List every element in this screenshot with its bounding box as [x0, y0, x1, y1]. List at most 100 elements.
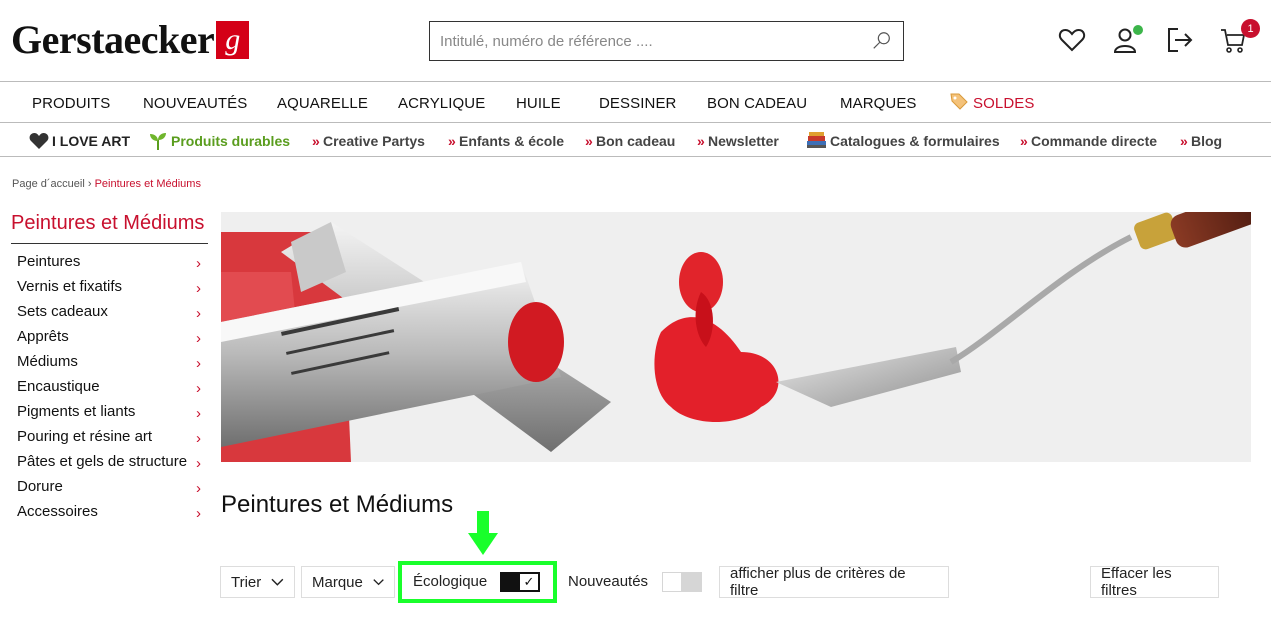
- sidebar-item-label: Vernis et fixatifs: [17, 278, 123, 295]
- sprout-icon: [150, 133, 166, 150]
- eco-filter-toggle[interactable]: ✓: [500, 572, 540, 592]
- chevron-right-icon: ›: [196, 430, 201, 447]
- subnav-catalogues-formulaires[interactable]: Catalogues & formulaires: [830, 133, 1000, 149]
- nav-item-nouveautes[interactable]: NOUVEAUTÉS: [143, 95, 247, 112]
- breadcrumb: Page d´accueil › Peintures et Médiums: [12, 178, 201, 190]
- secondary-navigation: I LOVE ART Produits durables » Creative …: [0, 123, 1271, 157]
- brand-label: Marque: [312, 573, 363, 591]
- sidebar-title: Peintures et Médiums: [11, 212, 205, 234]
- chevron-right-icon: ›: [196, 455, 201, 472]
- new-items-filter-toggle[interactable]: [662, 572, 702, 592]
- category-banner-image: [221, 212, 1251, 462]
- logo-text: Gerstaecker: [11, 17, 215, 62]
- subnav-blog[interactable]: Blog: [1191, 133, 1222, 149]
- sidebar-item-label: Médiums: [17, 353, 78, 370]
- sidebar-item-label: Accessoires: [17, 503, 98, 520]
- search-input[interactable]: [440, 32, 871, 50]
- main-navigation: PRODUITS NOUVEAUTÉS AQUARELLE ACRYLIQUE …: [0, 83, 1271, 123]
- sidebar-item-sets-cadeaux[interactable]: Sets cadeaux ›: [17, 302, 203, 327]
- sidebar-item-label: Pâtes et gels de structure: [17, 453, 188, 470]
- sidebar-item-label: Pigments et liants: [17, 403, 136, 420]
- brand-dropdown[interactable]: Marque: [301, 566, 395, 598]
- sidebar-item-mediums[interactable]: Médiums ›: [17, 352, 203, 377]
- chevron-double-right-icon: »: [312, 133, 320, 149]
- toggle-knob: [663, 573, 681, 591]
- books-icon: [807, 132, 826, 148]
- sidebar-item-vernis[interactable]: Vernis et fixatifs ›: [17, 277, 203, 302]
- chevron-right-icon: ›: [196, 505, 201, 522]
- online-status-dot: [1133, 25, 1143, 35]
- sale-tag-icon: [950, 93, 968, 110]
- clear-filters-button[interactable]: Effacer les filtres: [1090, 565, 1219, 599]
- breadcrumb-current: Peintures et Médiums: [94, 178, 201, 190]
- sidebar-item-apprets[interactable]: Apprêts ›: [17, 327, 203, 352]
- subnav-creative-partys[interactable]: Creative Partys: [323, 133, 425, 149]
- highlight-arrow-icon: [468, 511, 498, 555]
- sidebar-item-encaustique[interactable]: Encaustique ›: [17, 377, 203, 402]
- more-filters-label: afficher plus de critères de filtre: [730, 565, 906, 599]
- chevron-double-right-icon: »: [1020, 133, 1028, 149]
- breadcrumb-home[interactable]: Page d´accueil: [12, 178, 85, 190]
- search-icon[interactable]: [871, 30, 893, 52]
- chevron-right-icon: ›: [196, 480, 201, 497]
- sort-dropdown[interactable]: Trier: [220, 566, 295, 598]
- chevron-down-icon: [373, 579, 384, 586]
- heart-icon: [29, 133, 49, 149]
- sidebar-item-pigments[interactable]: Pigments et liants ›: [17, 402, 203, 427]
- chevron-right-icon: ›: [196, 330, 201, 347]
- chevron-right-icon: ›: [196, 255, 201, 272]
- sidebar-divider: [11, 243, 208, 244]
- nav-item-huile[interactable]: HUILE: [516, 95, 561, 112]
- cart-count-badge: 1: [1241, 19, 1260, 38]
- logo[interactable]: Gerstaecker g: [11, 17, 250, 62]
- site-header: Gerstaecker g 1: [0, 0, 1271, 82]
- sidebar-item-label: Pouring et résine art: [17, 428, 153, 445]
- sidebar-item-dorure[interactable]: Dorure ›: [17, 477, 203, 502]
- search-box: [429, 21, 904, 61]
- check-icon: ✓: [519, 573, 539, 591]
- clear-filters-label: Effacer les filtres: [1101, 565, 1172, 599]
- eco-filter-label: Écologique: [413, 573, 488, 590]
- chevron-double-right-icon: »: [697, 133, 705, 149]
- chevron-double-right-icon: »: [1180, 133, 1188, 149]
- chevron-double-right-icon: »: [585, 133, 593, 149]
- subnav-bon-cadeau[interactable]: Bon cadeau: [596, 133, 675, 149]
- chevron-right-icon: ›: [196, 305, 201, 322]
- nav-item-acrylique[interactable]: ACRYLIQUE: [398, 95, 485, 112]
- nav-item-bon-cadeau[interactable]: BON CADEAU: [707, 95, 807, 112]
- chevron-down-icon: [271, 578, 284, 586]
- subnav-produits-durables[interactable]: Produits durables: [171, 133, 290, 149]
- subnav-enfants-ecole[interactable]: Enfants & école: [459, 133, 564, 149]
- chevron-right-icon: ›: [196, 355, 201, 372]
- chevron-right-icon: ›: [196, 380, 201, 397]
- sidebar-item-label: Sets cadeaux: [17, 303, 108, 320]
- chevron-double-right-icon: »: [448, 133, 456, 149]
- subnav-i-love-art[interactable]: I LOVE ART: [52, 133, 130, 149]
- more-filters-button[interactable]: afficher plus de critères de filtre: [719, 565, 949, 599]
- sidebar-item-label: Dorure: [17, 478, 63, 495]
- subnav-commande-directe[interactable]: Commande directe: [1031, 133, 1157, 149]
- sidebar-category-list: Peintures › Vernis et fixatifs › Sets cade…: [17, 252, 203, 527]
- nav-item-produits[interactable]: PRODUITS: [32, 95, 110, 112]
- subnav-newsletter[interactable]: Newsletter: [708, 133, 779, 149]
- nav-item-dessiner[interactable]: DESSINER: [599, 95, 677, 112]
- logout-icon[interactable]: [1166, 26, 1194, 54]
- nav-item-soldes[interactable]: SOLDES: [973, 95, 1034, 112]
- breadcrumb-separator: ›: [87, 178, 92, 190]
- sort-label: Trier: [231, 573, 262, 591]
- nav-item-marques[interactable]: MARQUES: [840, 95, 917, 112]
- sidebar-item-label: Apprêts: [17, 328, 69, 345]
- sidebar-item-pates-gels[interactable]: Pâtes et gels de structure ›: [17, 452, 203, 477]
- new-items-filter-label: Nouveautés: [568, 573, 649, 590]
- logo-mark: g: [216, 21, 250, 59]
- sidebar-item-label: Encaustique: [17, 378, 100, 395]
- chevron-right-icon: ›: [196, 405, 201, 422]
- page-title: Peintures et Médiums: [221, 491, 454, 518]
- nav-item-aquarelle[interactable]: AQUARELLE: [277, 95, 368, 112]
- chevron-right-icon: ›: [196, 280, 201, 297]
- sidebar-item-accessoires[interactable]: Accessoires ›: [17, 502, 203, 527]
- wishlist-heart-icon[interactable]: [1058, 26, 1086, 54]
- sidebar-item-label: Peintures: [17, 253, 81, 270]
- sidebar-item-pouring[interactable]: Pouring et résine art ›: [17, 427, 203, 452]
- sidebar-item-peintures[interactable]: Peintures ›: [17, 252, 203, 277]
